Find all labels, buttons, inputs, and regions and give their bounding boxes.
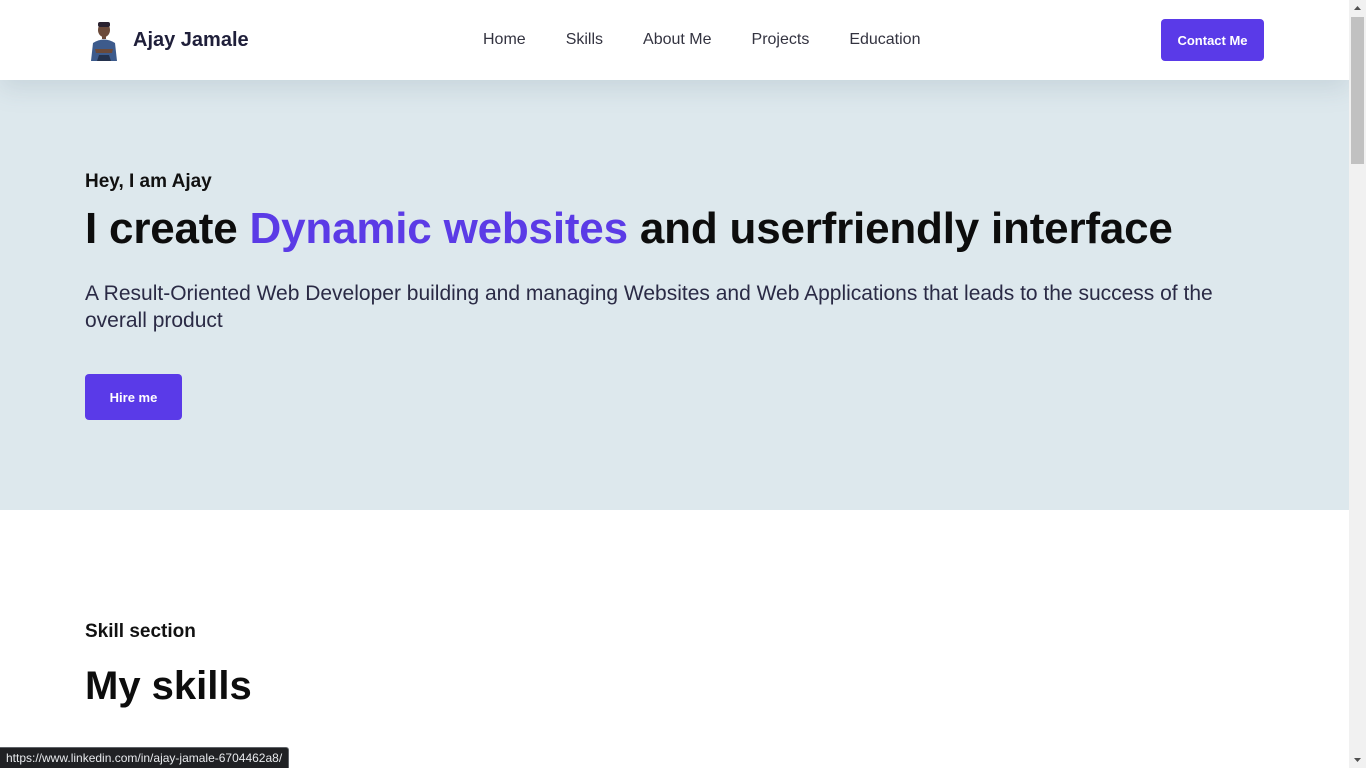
nav-projects[interactable]: Projects: [752, 29, 810, 51]
nav-education[interactable]: Education: [849, 29, 920, 51]
page: Ajay Jamale Home Skills About Me Project…: [0, 0, 1366, 768]
skills-title: My skills: [85, 664, 252, 708]
brand-name: Ajay Jamale: [133, 28, 249, 51]
profile-photo-icon: [91, 22, 117, 61]
avatar: [85, 19, 123, 61]
scroll-up-arrow-icon[interactable]: [1349, 0, 1366, 17]
nav-about-me[interactable]: About Me: [643, 29, 711, 51]
site-header: Ajay Jamale Home Skills About Me Project…: [0, 0, 1349, 80]
scrollbar-thumb[interactable]: [1351, 17, 1364, 164]
hire-me-button[interactable]: Hire me: [85, 374, 182, 420]
vertical-scrollbar[interactable]: [1349, 0, 1366, 768]
hero-description: A Result-Oriented Web Developer building…: [85, 282, 1213, 332]
viewport: Ajay Jamale Home Skills About Me Project…: [0, 0, 1349, 768]
brand-link[interactable]: Ajay Jamale: [85, 18, 249, 62]
hero-greeting: Hey, I am Ajay: [85, 171, 212, 192]
contact-me-button[interactable]: Contact Me: [1161, 19, 1264, 61]
hero-title: I create Dynamic websites and userfriend…: [85, 204, 1173, 254]
skills-subtitle: Skill section: [85, 621, 196, 642]
nav-skills[interactable]: Skills: [566, 29, 603, 51]
hero-title-suffix: and userfriendly interface: [627, 204, 1173, 253]
hero-title-prefix: I create: [85, 204, 250, 253]
hero-section: Hey, I am Ajay I create Dynamic websites…: [0, 80, 1349, 510]
main-nav: Home Skills About Me Projects Education: [483, 29, 920, 51]
scroll-down-arrow-icon[interactable]: [1349, 751, 1366, 768]
link-status-bar: https://www.linkedin.com/in/ajay-jamale-…: [0, 747, 290, 768]
nav-home[interactable]: Home: [483, 29, 526, 51]
hero-title-accent: Dynamic websites: [249, 204, 629, 253]
